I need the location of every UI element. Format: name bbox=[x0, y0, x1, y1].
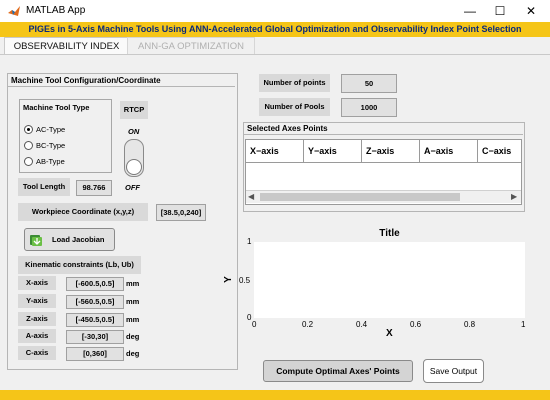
number-of-points-label: Number of points bbox=[259, 74, 330, 92]
plot-axes-area[interactable] bbox=[254, 242, 525, 318]
compute-optimal-axes-points-button[interactable]: Compute Optimal Axes' Points bbox=[263, 360, 413, 382]
z-axis-label: Z-axis bbox=[18, 312, 56, 326]
close-button[interactable]: ✕ bbox=[520, 3, 542, 19]
table-header: X−axis Y−axis Z−axis A−axis C−axis bbox=[246, 140, 521, 163]
scroll-left-icon[interactable]: ◀ bbox=[248, 192, 254, 201]
window-title: MATLAB App bbox=[26, 5, 86, 16]
radio-ac-type-label: AC-Type bbox=[36, 125, 66, 134]
bottom-bar bbox=[0, 390, 550, 400]
y-tick-label: 0.5 bbox=[239, 276, 251, 285]
x-tick-label: 0.4 bbox=[356, 320, 368, 329]
column-a-axis[interactable]: A−axis bbox=[420, 140, 478, 162]
minimize-button[interactable]: — bbox=[459, 3, 481, 19]
config-divider bbox=[8, 86, 235, 87]
a-axis-label: A-axis bbox=[18, 329, 56, 343]
y-axis-constraint-field[interactable]: [-560.5,0.5] bbox=[66, 295, 124, 309]
y-axis-unit: mm bbox=[126, 297, 140, 306]
scroll-right-icon[interactable]: ▶ bbox=[511, 192, 517, 201]
x-tick-label: 1 bbox=[521, 320, 526, 329]
radio-bc-type[interactable] bbox=[24, 141, 33, 150]
config-panel-title: Machine Tool Configuration/Coordinate bbox=[11, 76, 161, 85]
x-tick-label: 0.6 bbox=[410, 320, 422, 329]
rtcp-toggle[interactable] bbox=[124, 139, 144, 177]
radio-bc-type-label: BC-Type bbox=[36, 141, 66, 150]
rtcp-toggle-knob[interactable] bbox=[126, 159, 142, 175]
x-axis-constraint-field[interactable]: [-600.5,0.5] bbox=[66, 277, 124, 291]
load-jacobian-label: Load Jacobian bbox=[52, 235, 105, 244]
machine-type-title: Machine Tool Type bbox=[23, 103, 90, 112]
tab-ann-ga-optimization[interactable]: ANN-GA OPTIMIZATION bbox=[127, 37, 255, 55]
z-axis-constraint-field[interactable]: [-450.5,0.5] bbox=[66, 313, 124, 327]
a-axis-unit: deg bbox=[126, 332, 140, 341]
number-of-points-field[interactable]: 50 bbox=[341, 74, 397, 93]
banner-title: PIGEs in 5-Axis Machine Tools Using ANN-… bbox=[28, 24, 522, 34]
a-axis-constraint-field[interactable]: [-30,30] bbox=[66, 330, 124, 344]
app-banner: PIGEs in 5-Axis Machine Tools Using ANN-… bbox=[0, 22, 550, 37]
y-tick-label: 1 bbox=[247, 237, 252, 246]
y-tick-label: 0 bbox=[247, 313, 252, 322]
table-horizontal-scrollbar[interactable]: ◀ ▶ bbox=[246, 190, 521, 203]
column-z-axis[interactable]: Z−axis bbox=[362, 140, 420, 162]
scrollbar-thumb[interactable] bbox=[260, 193, 460, 201]
rtcp-off-label: OFF bbox=[125, 183, 140, 192]
selected-axes-table[interactable]: X−axis Y−axis Z−axis A−axis C−axis ◀ ▶ bbox=[245, 139, 522, 205]
workpiece-coordinate-field[interactable]: [38.5,0,240] bbox=[156, 204, 206, 221]
c-axis-unit: deg bbox=[126, 349, 140, 358]
tab-observability-index[interactable]: OBSERVABILITY INDEX bbox=[4, 37, 129, 55]
tool-length-label: Tool Length bbox=[18, 178, 70, 196]
number-of-pools-label: Number of Pools bbox=[259, 98, 330, 116]
y-axis-label: Y-axis bbox=[18, 294, 56, 308]
c-axis-constraint-field[interactable]: [0,360] bbox=[66, 347, 124, 361]
tool-length-field[interactable]: 98.766 bbox=[76, 180, 112, 196]
workpiece-coordinate-label: Workpiece Coordinate (x,y,z) bbox=[18, 203, 148, 221]
matlab-logo-icon bbox=[8, 6, 20, 16]
number-of-pools-field[interactable]: 1000 bbox=[341, 98, 397, 117]
save-output-button[interactable]: Save Output bbox=[423, 359, 484, 383]
plot-title: Title bbox=[379, 228, 400, 239]
column-x-axis[interactable]: X−axis bbox=[246, 140, 304, 162]
rtcp-label: RTCP bbox=[120, 101, 148, 119]
load-icon bbox=[30, 235, 42, 246]
z-axis-unit: mm bbox=[126, 315, 140, 324]
x-tick-label: 0.2 bbox=[302, 320, 314, 329]
x-axis-label: X-axis bbox=[18, 276, 56, 290]
tab-divider bbox=[0, 54, 550, 55]
radio-ab-type[interactable] bbox=[24, 157, 33, 166]
x-axis-unit: mm bbox=[126, 279, 140, 288]
table-panel-divider bbox=[244, 134, 523, 135]
x-tick-label: 0 bbox=[252, 320, 257, 329]
selected-axes-points-title: Selected Axes Points bbox=[247, 124, 328, 133]
load-jacobian-button[interactable]: Load Jacobian bbox=[24, 228, 115, 251]
maximize-button[interactable]: ☐ bbox=[489, 3, 511, 19]
plot-ylabel: Y bbox=[222, 276, 234, 283]
x-tick-label: 0.8 bbox=[464, 320, 476, 329]
rtcp-on-label: ON bbox=[128, 127, 140, 136]
kinematic-constraints-label: Kinematic constraints (Lb, Ub) bbox=[18, 256, 141, 274]
plot-xlabel: X bbox=[386, 328, 393, 339]
c-axis-label: C-axis bbox=[18, 346, 56, 360]
radio-ac-type[interactable] bbox=[24, 125, 33, 134]
radio-ab-type-label: AB-Type bbox=[36, 157, 65, 166]
column-y-axis[interactable]: Y−axis bbox=[304, 140, 362, 162]
column-c-axis[interactable]: C−axis bbox=[478, 140, 521, 162]
